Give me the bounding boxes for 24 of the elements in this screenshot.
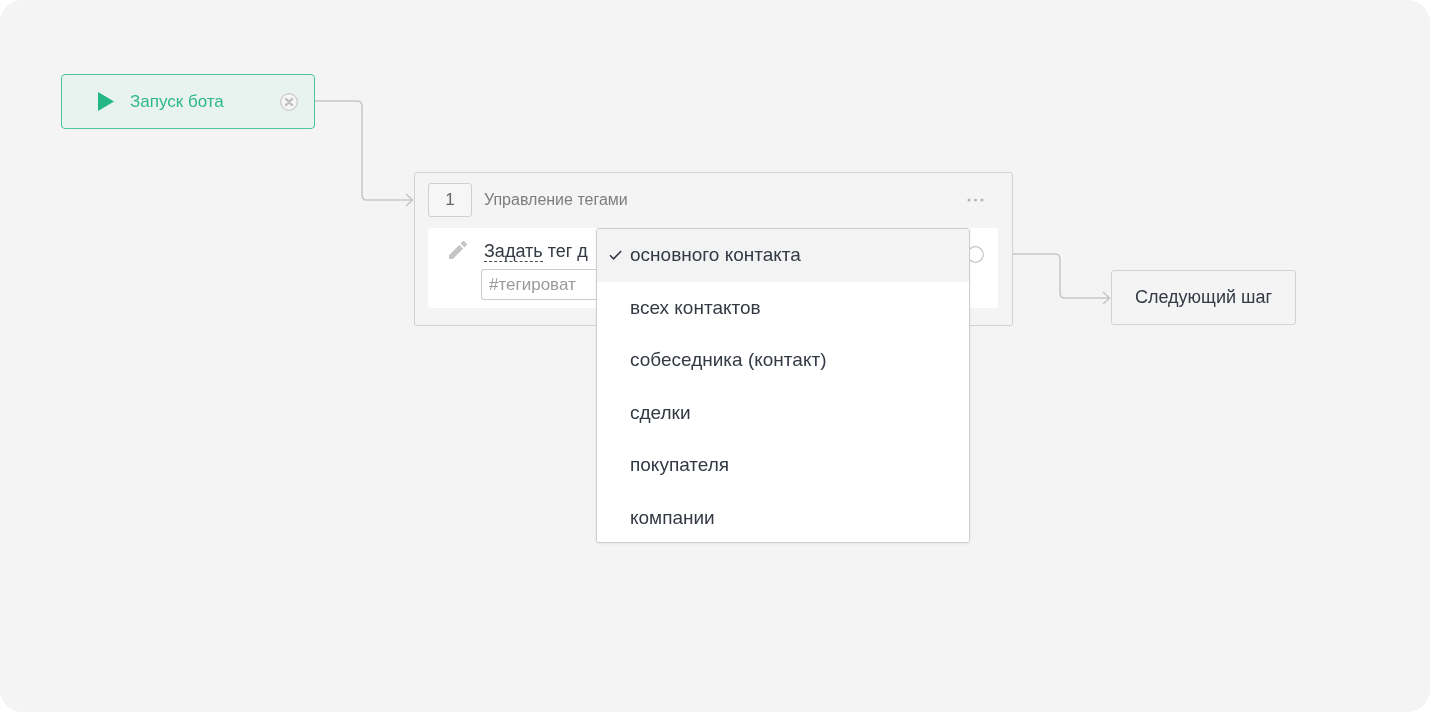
option-label: сделки <box>630 401 691 424</box>
pencil-icon[interactable] <box>449 241 467 259</box>
dropdown-option[interactable]: покупателя <box>597 439 969 492</box>
dropdown-option[interactable]: сделки <box>597 386 969 439</box>
check-icon <box>609 250 622 261</box>
step-title: Управление тегами <box>484 191 629 209</box>
step-number: 1 <box>428 183 472 217</box>
set-tag-link[interactable]: Задать <box>484 241 543 262</box>
dropdown-option[interactable]: основного контакта <box>597 229 969 282</box>
option-label: основного контакта <box>630 244 801 267</box>
option-label: всех контактов <box>630 296 761 319</box>
dropdown-option[interactable]: компании <box>597 491 969 542</box>
action-text: тег д <box>547 241 588 261</box>
option-label: компании <box>630 506 715 529</box>
option-label: собеседника (контакт) <box>630 349 827 372</box>
next-step-node[interactable]: Следующий шаг <box>1111 270 1296 325</box>
dropdown-option[interactable]: собеседника (контакт) <box>597 334 969 387</box>
start-node-label: Запуск бота <box>130 91 225 112</box>
more-icon[interactable] <box>967 198 984 202</box>
play-icon <box>98 92 114 111</box>
tag-input-field[interactable]: #тегироват <box>481 269 597 300</box>
option-label: покупателя <box>630 454 730 477</box>
dropdown-option[interactable]: всех контактов <box>597 281 969 334</box>
close-icon[interactable] <box>280 92 298 111</box>
